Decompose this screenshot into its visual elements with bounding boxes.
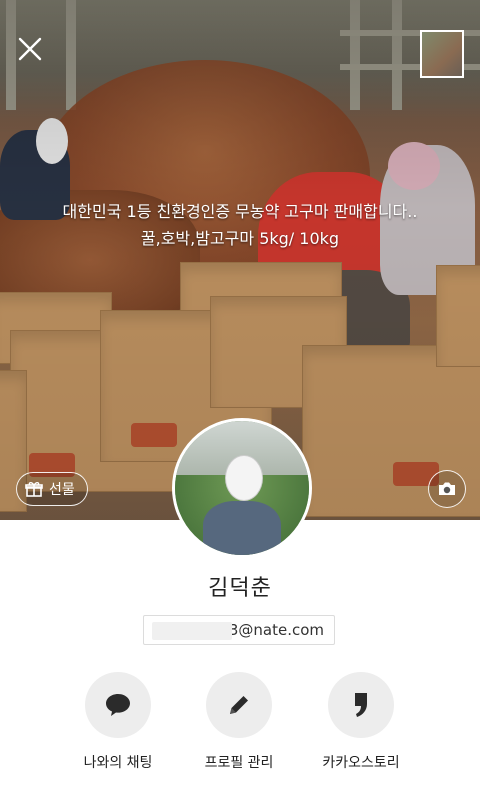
close-icon [18, 37, 42, 61]
edit-profile-button[interactable]: 프로필 관리 [179, 672, 299, 772]
edit-profile-label: 프로필 관리 [204, 755, 274, 771]
pencil-icon [230, 696, 248, 714]
kakaostory-label: 카카오스토리 [322, 755, 400, 771]
change-cover-button[interactable] [428, 470, 466, 508]
email-text: 3@nate.com [228, 621, 324, 639]
kakaostory-circle[interactable] [328, 672, 394, 738]
my-chat-label: 나와의 채팅 [83, 755, 153, 771]
gift-button[interactable]: 선물 [16, 472, 88, 506]
avatar-person [203, 501, 281, 555]
camera-icon [439, 482, 455, 495]
blurred-face [225, 455, 263, 501]
email-field: 3@nate.com [143, 615, 335, 645]
my-chat-button[interactable]: 나와의 채팅 [58, 672, 178, 772]
status-message: 대한민국 1등 친환경인증 무농약 고구마 판매합니다.. 꿀,호박,밤고구마 … [62, 202, 418, 248]
gift-label: 선물 [49, 482, 75, 498]
cover-thumbnail[interactable] [420, 30, 464, 78]
email-masked-part [152, 622, 232, 640]
chat-bubble-icon [106, 694, 130, 716]
kakaostory-button[interactable]: 카카오스토리 [301, 672, 421, 772]
profile-name: 김덕춘 [208, 576, 272, 601]
kakaostory-icon [355, 693, 367, 717]
close-button[interactable] [14, 36, 46, 68]
profile-avatar[interactable] [172, 418, 312, 558]
gift-icon [25, 482, 43, 497]
my-chat-circle[interactable] [85, 672, 151, 738]
edit-profile-circle[interactable] [206, 672, 272, 738]
